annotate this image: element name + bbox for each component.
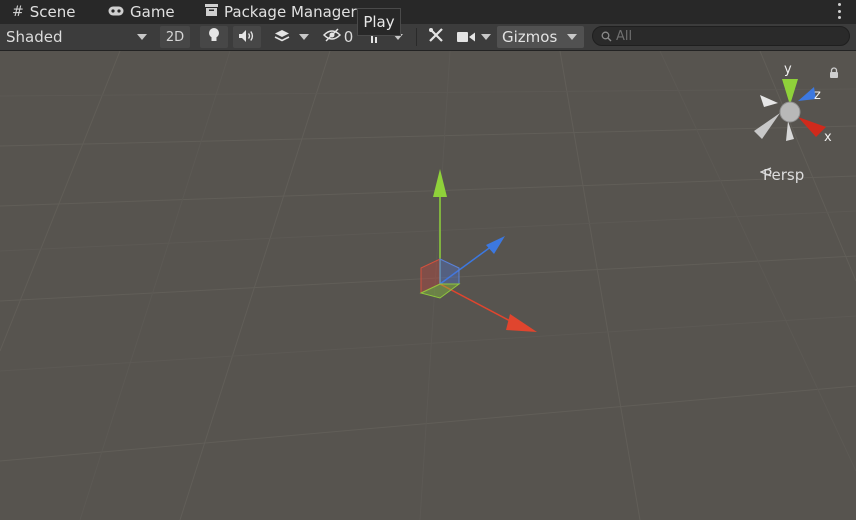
- tab-game[interactable]: Game: [108, 0, 175, 24]
- gamepad-icon: [108, 4, 124, 20]
- tab-scene[interactable]: # Scene: [12, 0, 75, 24]
- orientation-center-cube[interactable]: [779, 101, 801, 123]
- gizmo-yz-plane-handle[interactable]: [439, 258, 460, 285]
- chevron-down-icon: [567, 34, 577, 40]
- orientation-neg-y-cone[interactable]: [786, 121, 794, 141]
- more-options-icon[interactable]: [838, 3, 842, 19]
- search-placeholder: All: [616, 28, 633, 44]
- audio-toggle[interactable]: [233, 26, 261, 48]
- orientation-z-label: z: [814, 88, 821, 103]
- shading-mode-value: Shaded: [6, 28, 63, 46]
- orientation-neg-x-cone[interactable]: [754, 113, 780, 139]
- gizmo-z-arrowhead[interactable]: [486, 236, 505, 254]
- search-icon: [601, 27, 612, 46]
- layers-icon: [274, 28, 290, 47]
- gizmos-dropdown[interactable]: Gizmos: [497, 26, 584, 48]
- shading-mode-dropdown[interactable]: Shaded: [0, 26, 155, 48]
- camera-icon: [457, 28, 475, 47]
- orientation-y-label: y: [784, 62, 792, 77]
- gizmo-y-arrowhead[interactable]: [433, 169, 447, 197]
- tab-game-label: Game: [130, 3, 175, 21]
- orientation-neg-z-cone[interactable]: [760, 95, 778, 107]
- chevron-down-icon: [481, 34, 491, 40]
- effects-dropdown[interactable]: [266, 26, 316, 48]
- move-gizmo[interactable]: [0, 51, 856, 520]
- package-icon: [205, 4, 218, 20]
- orientation-y-cone[interactable]: [782, 79, 798, 105]
- orientation-x-cone[interactable]: [798, 117, 826, 137]
- orientation-gizmo[interactable]: y z x: [750, 61, 840, 151]
- chevron-down-icon: [137, 34, 147, 40]
- tab-scene-label: Scene: [29, 3, 76, 21]
- chevron-down-icon: [298, 34, 309, 40]
- mode-2d-toggle[interactable]: 2D: [160, 26, 190, 48]
- camera-settings-dropdown[interactable]: [454, 26, 494, 48]
- toolbar-divider: [416, 28, 417, 46]
- tools-icon: [428, 27, 444, 47]
- tab-bar: # Scene Game Package Manager: [0, 0, 856, 25]
- scene-viewport[interactable]: y z x Persp: [0, 51, 856, 520]
- play-tooltip: Play: [357, 8, 401, 36]
- speaker-icon: [238, 28, 256, 47]
- gizmos-label: Gizmos: [502, 28, 558, 46]
- eye-slash-icon: [322, 28, 341, 46]
- search-field[interactable]: All: [592, 26, 850, 46]
- tab-package-manager-label: Package Manager: [224, 3, 357, 21]
- lighting-toggle[interactable]: [200, 26, 228, 48]
- hidden-objects-count: 0: [343, 28, 354, 46]
- projection-toggle[interactable]: Persp: [760, 166, 804, 184]
- tools-button[interactable]: [424, 26, 448, 48]
- scene-toolbar: Shaded 2D 0 Gizmos All: [0, 24, 856, 51]
- grid-icon: #: [12, 4, 24, 20]
- scene-visibility-toggle[interactable]: 0: [320, 26, 356, 48]
- tab-package-manager[interactable]: Package Manager: [205, 0, 357, 24]
- lightbulb-icon: [208, 27, 220, 47]
- orientation-x-label: x: [824, 130, 832, 145]
- gizmo-x-arrowhead[interactable]: [506, 314, 537, 332]
